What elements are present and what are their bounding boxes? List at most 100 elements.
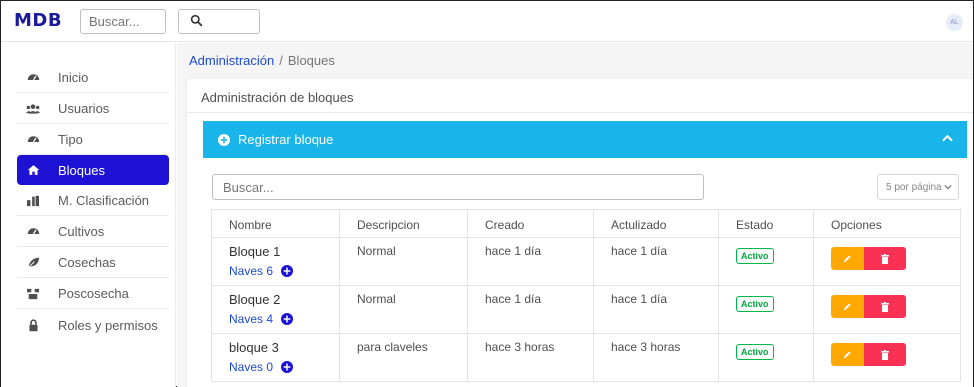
leaf-icon bbox=[26, 256, 40, 270]
naves-count: Naves 4 bbox=[229, 312, 274, 326]
sidebar-item-roles[interactable]: Roles y permisos bbox=[17, 310, 169, 340]
search-icon bbox=[190, 14, 203, 27]
pencil-icon bbox=[843, 255, 851, 263]
naves-link[interactable]: Naves 4 bbox=[229, 312, 339, 326]
cell-descripcion: Normal bbox=[339, 285, 468, 334]
tools-icon bbox=[26, 287, 40, 301]
per-page-select[interactable]: 5 por página bbox=[877, 174, 959, 200]
status-badge: Activo bbox=[736, 344, 774, 360]
main-content: Administración / Bloques Administración de… bbox=[177, 43, 973, 387]
cell-creado: hace 1 día bbox=[467, 285, 594, 334]
lock-icon bbox=[26, 318, 40, 332]
delete-button[interactable] bbox=[864, 295, 906, 318]
block-name: Bloque 2 bbox=[229, 292, 281, 307]
column-header-opciones: Opciones bbox=[813, 209, 961, 238]
trash-icon bbox=[881, 301, 889, 312]
cell-descripcion: Normal bbox=[339, 237, 468, 286]
column-header-nombre[interactable]: Nombre bbox=[211, 209, 340, 238]
table-row: bloque 3 Naves 0 para claveles hace 3 ho… bbox=[211, 333, 961, 382]
register-block-toggle[interactable]: Registrar bloque bbox=[203, 121, 967, 158]
sidebar-item-label: Roles y permisos bbox=[58, 317, 158, 333]
cell-actualizado: hace 3 horas bbox=[593, 333, 719, 382]
pencil-icon bbox=[843, 351, 851, 359]
pencil-icon bbox=[843, 303, 851, 311]
status-badge: Activo bbox=[736, 248, 774, 264]
breadcrumb-link-administracion[interactable]: Administración bbox=[189, 53, 274, 68]
cell-actualizado: hace 1 día bbox=[593, 285, 719, 334]
cell-opciones bbox=[813, 333, 961, 382]
plus-circle-icon bbox=[218, 133, 230, 146]
cell-nombre: Bloque 2 Naves 4 bbox=[211, 285, 340, 334]
column-header-creado[interactable]: Creado bbox=[467, 209, 594, 238]
cell-actualizado: hace 1 día bbox=[593, 237, 719, 286]
card-title: Administración de bloques bbox=[187, 79, 973, 113]
column-header-descripcion[interactable]: Descripcion bbox=[339, 209, 468, 238]
sidebar-item-label: Bloques bbox=[58, 162, 105, 178]
cell-descripcion: para claveles bbox=[339, 333, 468, 382]
chevron-up-icon bbox=[942, 134, 953, 142]
cell-creado: hace 3 horas bbox=[467, 333, 594, 382]
edit-button[interactable] bbox=[831, 343, 864, 366]
sidebar-item-cultivos[interactable]: Cultivos bbox=[17, 217, 169, 247]
cell-estado: Activo bbox=[718, 285, 814, 334]
register-block-label: Registrar bloque bbox=[238, 132, 334, 147]
trash-icon bbox=[881, 253, 889, 264]
naves-link[interactable]: Naves 0 bbox=[229, 360, 339, 374]
table-row: Bloque 1 Naves 6 Normal hace 1 día hace … bbox=[211, 237, 961, 286]
status-badge: Activo bbox=[736, 296, 774, 312]
cell-creado: hace 1 día bbox=[467, 237, 594, 286]
top-search-button[interactable] bbox=[178, 9, 260, 34]
edit-button[interactable] bbox=[831, 295, 864, 318]
delete-button[interactable] bbox=[864, 247, 906, 270]
sidebar: Inicio Usuarios Tipo Bloques M. Clasific… bbox=[1, 43, 176, 387]
bloques-table: Nombre Descripcion Creado Actulizado Est… bbox=[211, 209, 961, 382]
column-header-actualizado[interactable]: Actulizado bbox=[593, 209, 719, 238]
edit-button[interactable] bbox=[831, 247, 864, 270]
breadcrumb-separator: / bbox=[279, 53, 283, 68]
home-icon bbox=[26, 163, 40, 177]
top-search-input[interactable] bbox=[80, 9, 166, 34]
users-icon bbox=[26, 102, 40, 116]
app-logo[interactable]: MDB bbox=[14, 10, 62, 31]
add-nave-icon[interactable] bbox=[281, 313, 294, 325]
sidebar-item-usuarios[interactable]: Usuarios bbox=[17, 94, 169, 124]
naves-count: Naves 0 bbox=[229, 360, 274, 374]
sidebar-item-bloques[interactable]: Bloques bbox=[17, 155, 169, 185]
cell-estado: Activo bbox=[718, 333, 814, 382]
top-navbar: MDB AL bbox=[1, 1, 973, 42]
delete-button[interactable] bbox=[864, 343, 906, 366]
sidebar-item-label: Tipo bbox=[58, 132, 83, 147]
classification-icon bbox=[26, 194, 40, 208]
table-search-input[interactable] bbox=[212, 174, 704, 200]
sidebar-item-label: Usuarios bbox=[58, 101, 110, 116]
trash-icon bbox=[881, 349, 889, 360]
sidebar-item-tipo[interactable]: Tipo bbox=[17, 125, 169, 155]
sidebar-item-label: Cosechas bbox=[58, 255, 116, 270]
column-header-estado[interactable]: Estado bbox=[718, 209, 814, 238]
block-name: bloque 3 bbox=[229, 340, 279, 355]
add-nave-icon[interactable] bbox=[281, 361, 294, 373]
naves-link[interactable]: Naves 6 bbox=[229, 264, 339, 278]
sidebar-item-label: Inicio bbox=[58, 70, 89, 85]
chevron-down-icon bbox=[944, 184, 952, 190]
sidebar-item-cosechas[interactable]: Cosechas bbox=[17, 248, 169, 278]
sidebar-item-poscosecha[interactable]: Poscosecha bbox=[17, 279, 169, 309]
sidebar-item-label: Poscosecha bbox=[58, 286, 129, 301]
dashboard-icon bbox=[26, 225, 40, 239]
table-row: Bloque 2 Naves 4 Normal hace 1 día hace … bbox=[211, 285, 961, 334]
cell-opciones bbox=[813, 237, 961, 286]
add-nave-icon[interactable] bbox=[281, 265, 294, 277]
cell-nombre: bloque 3 Naves 0 bbox=[211, 333, 340, 382]
cell-nombre: Bloque 1 Naves 6 bbox=[211, 237, 340, 286]
block-name: Bloque 1 bbox=[229, 244, 281, 259]
dashboard-icon bbox=[26, 133, 40, 147]
sidebar-item-clasificacion[interactable]: M. Clasificación bbox=[17, 186, 169, 216]
user-avatar[interactable]: AL bbox=[946, 14, 963, 31]
sidebar-item-label: M. Clasificación bbox=[58, 193, 150, 208]
breadcrumb: Administración / Bloques bbox=[189, 53, 335, 68]
naves-count: Naves 6 bbox=[229, 264, 274, 278]
dashboard-icon bbox=[26, 71, 40, 85]
sidebar-item-inicio[interactable]: Inicio bbox=[17, 63, 169, 93]
cell-opciones bbox=[813, 285, 961, 334]
table-header-row: Nombre Descripcion Creado Actulizado Est… bbox=[211, 209, 961, 238]
